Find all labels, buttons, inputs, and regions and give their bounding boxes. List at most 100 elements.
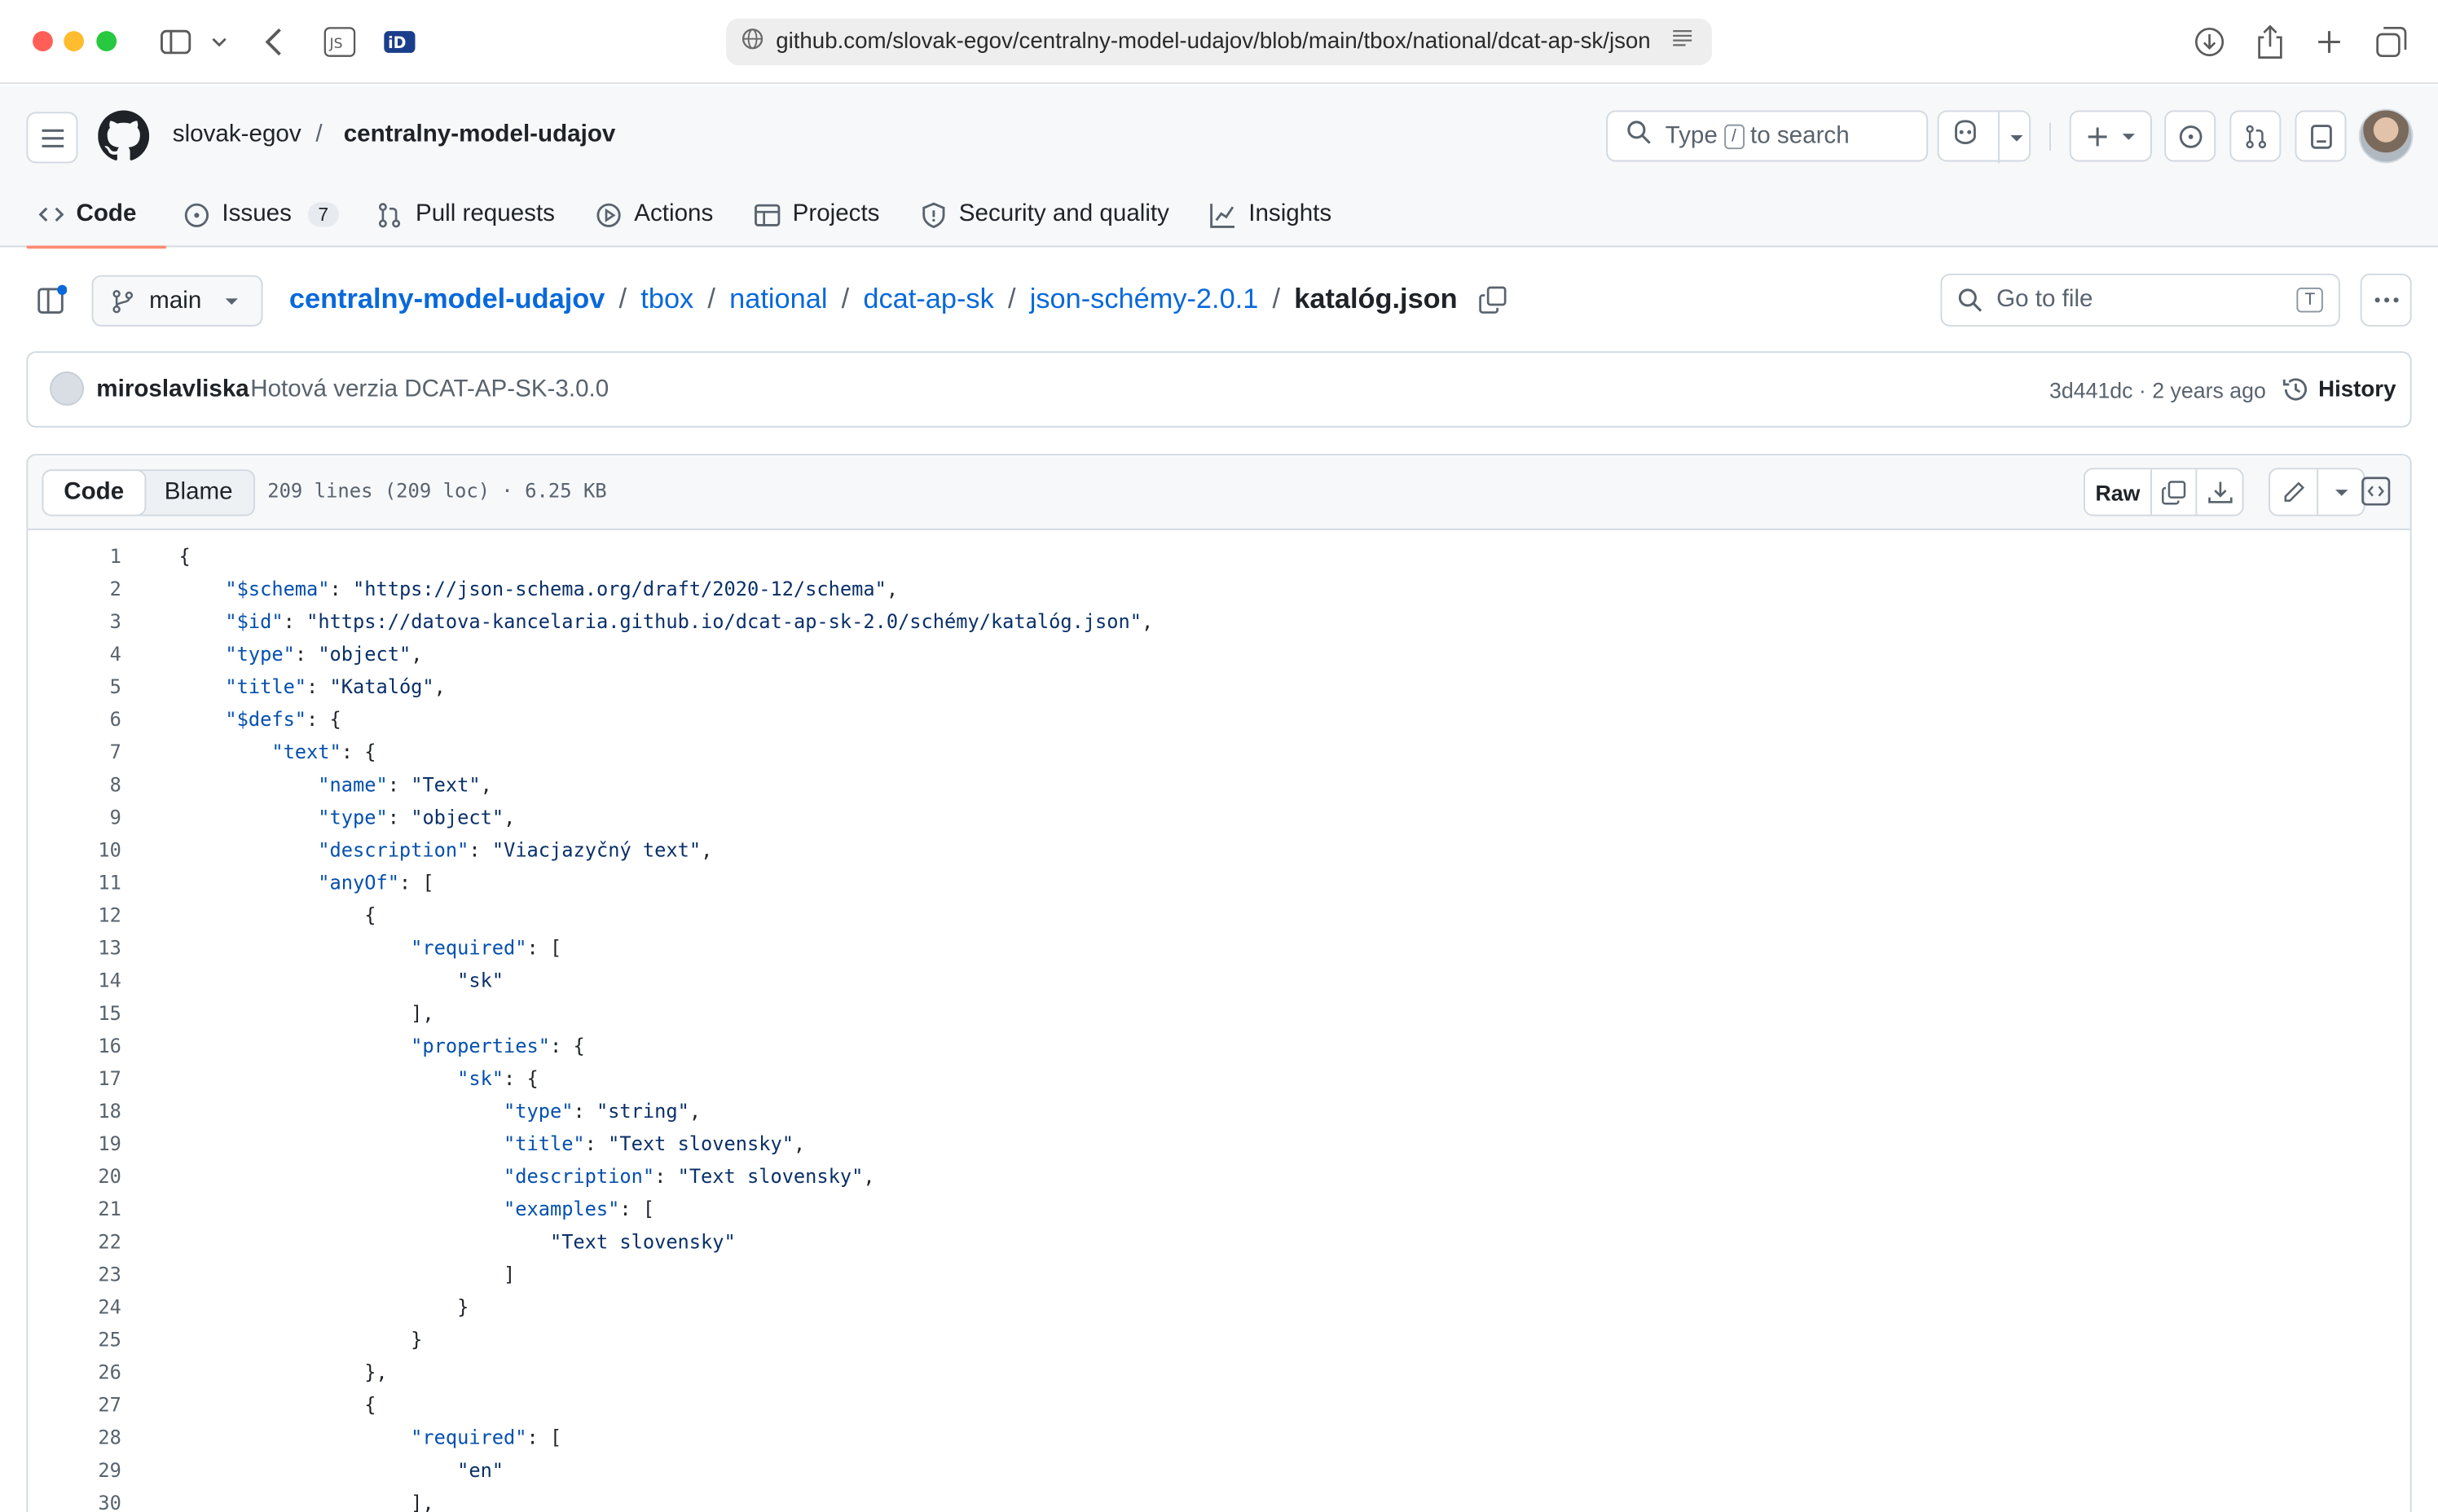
symbols-panel-icon[interactable] [2361, 476, 2392, 515]
history-button[interactable]: History [2282, 376, 2396, 402]
line-number[interactable]: 20 [28, 1164, 121, 1188]
line-number[interactable]: 17 [28, 1066, 121, 1090]
line-number[interactable]: 14 [28, 969, 121, 992]
back-icon[interactable] [258, 20, 289, 64]
more-options-button[interactable] [2360, 273, 2412, 327]
line-number[interactable]: 23 [28, 1262, 121, 1286]
code-view-button[interactable]: Code [42, 469, 146, 516]
chevron-down-icon[interactable] [1998, 112, 2024, 164]
table-icon [754, 203, 780, 226]
line-number[interactable]: 18 [28, 1099, 121, 1123]
minimize-window-button[interactable] [64, 31, 85, 51]
id-extension-icon[interactable]: iD [381, 20, 419, 64]
tabs-overview-icon[interactable] [2374, 20, 2409, 64]
copy-icon[interactable] [2152, 469, 2198, 515]
line-number[interactable]: 16 [28, 1034, 121, 1057]
commit-message[interactable]: Hotová verzia DCAT-AP-SK-3.0.0 [250, 376, 609, 404]
download-icon[interactable] [2191, 20, 2229, 64]
tab-insights[interactable]: Insights [1191, 182, 1353, 247]
line-number[interactable]: 22 [28, 1229, 121, 1253]
line-number[interactable]: 15 [28, 1001, 121, 1025]
search-input[interactable]: Type / to search [1606, 110, 1929, 162]
tab-code[interactable]: Code [0, 182, 166, 249]
line-number[interactable]: 19 [28, 1132, 121, 1155]
breadcrumb-dcat-ap-sk[interactable]: dcat-ap-sk [863, 283, 993, 315]
tab-issues[interactable]: Issues 7 [158, 182, 361, 247]
line-number[interactable]: 2 [28, 577, 121, 600]
repo-link[interactable]: centralny-model-udajov [344, 121, 616, 149]
branch-selector[interactable]: main [91, 275, 263, 327]
line-number[interactable]: 5 [28, 675, 121, 698]
author-avatar[interactable] [50, 371, 85, 407]
blame-view-button[interactable]: Blame [144, 471, 253, 514]
chevron-down-icon[interactable] [2318, 469, 2363, 514]
line-number[interactable]: 11 [28, 871, 121, 894]
code-line: } [178, 1327, 423, 1352]
line-number[interactable]: 4 [28, 642, 121, 666]
breadcrumb-json-schemy[interactable]: json-schémy-2.0.1 [1030, 283, 1259, 315]
issues-icon[interactable] [2164, 110, 2216, 162]
line-number[interactable]: 13 [28, 936, 121, 960]
create-new-button[interactable] [2069, 110, 2152, 162]
line-number[interactable]: 8 [28, 772, 121, 796]
go-to-file-input[interactable]: Go to file T [1940, 273, 2340, 327]
pencil-icon[interactable] [2270, 469, 2319, 515]
tab-projects[interactable]: Projects [735, 182, 901, 247]
zoom-window-button[interactable] [96, 31, 117, 51]
pull-requests-icon[interactable] [2229, 110, 2282, 162]
code-line: } [178, 1294, 469, 1319]
code-line: "title": "Text slovensky", [504, 1132, 806, 1155]
line-number[interactable]: 10 [28, 838, 121, 862]
line-number[interactable]: 6 [28, 707, 121, 731]
line-number[interactable]: 25 [28, 1328, 121, 1352]
file-tree-toggle-icon[interactable] [36, 284, 68, 323]
commit-author[interactable]: miroslavliska [96, 376, 249, 404]
notifications-icon[interactable] [2295, 110, 2347, 162]
raw-button[interactable]: Raw [2085, 469, 2152, 515]
breadcrumb-national[interactable]: national [729, 283, 827, 315]
tab-pull-requests[interactable]: Pull requests [361, 182, 576, 247]
url-bar[interactable]: github.com/slovak-egov/centralny-model-u… [726, 18, 1712, 66]
go-to-file-placeholder: Go to file [1996, 286, 2093, 313]
chevron-down-icon[interactable] [207, 20, 232, 64]
new-tab-icon[interactable] [2312, 20, 2346, 64]
line-number[interactable]: 9 [28, 805, 121, 829]
line-number[interactable]: 29 [28, 1458, 121, 1482]
line-number[interactable]: 3 [28, 609, 121, 633]
share-icon[interactable] [2253, 20, 2287, 64]
tab-security[interactable]: Security and quality [901, 182, 1190, 247]
copy-path-icon[interactable] [1479, 285, 1507, 313]
owner-link[interactable]: slovak-egov [173, 121, 301, 149]
code-line: "type": "object", [318, 805, 516, 829]
download-icon[interactable] [2197, 469, 2242, 514]
breadcrumb-tbox[interactable]: tbox [640, 283, 693, 315]
copilot-button[interactable] [1937, 110, 2031, 164]
code-line: "$id": "https://datova-kancelaria.github… [225, 609, 1154, 633]
code-line: "en" [457, 1457, 504, 1482]
js-extension-icon[interactable]: JS [322, 20, 356, 64]
line-number[interactable]: 27 [28, 1393, 121, 1417]
plus-icon [2087, 126, 2106, 146]
commit-meta[interactable]: 3d441dc · 2 years ago [2049, 378, 2266, 403]
github-logo-icon[interactable] [98, 110, 150, 169]
line-number[interactable]: 26 [28, 1360, 121, 1384]
close-window-button[interactable] [33, 31, 53, 51]
tab-insights-label: Insights [1248, 200, 1332, 227]
line-number[interactable]: 7 [28, 740, 121, 763]
line-number[interactable]: 28 [28, 1426, 121, 1449]
line-number[interactable]: 12 [28, 903, 121, 927]
sidebar-icon[interactable] [157, 20, 195, 64]
tab-actions[interactable]: Actions [577, 182, 735, 247]
avatar[interactable] [2358, 108, 2414, 164]
menu-button[interactable] [26, 112, 78, 164]
copilot-icon [1952, 120, 1979, 152]
line-number[interactable]: 30 [28, 1491, 121, 1512]
line-number[interactable]: 24 [28, 1295, 121, 1319]
breadcrumb-repo[interactable]: centralny-model-udajov [289, 283, 605, 315]
code-line: ], [178, 1000, 434, 1025]
line-number[interactable]: 1 [28, 544, 121, 568]
reader-icon[interactable] [1671, 28, 1693, 55]
line-number[interactable]: 21 [28, 1197, 121, 1220]
current-file-name: katalóg.json [1294, 283, 1458, 314]
code-line: { [178, 903, 376, 927]
